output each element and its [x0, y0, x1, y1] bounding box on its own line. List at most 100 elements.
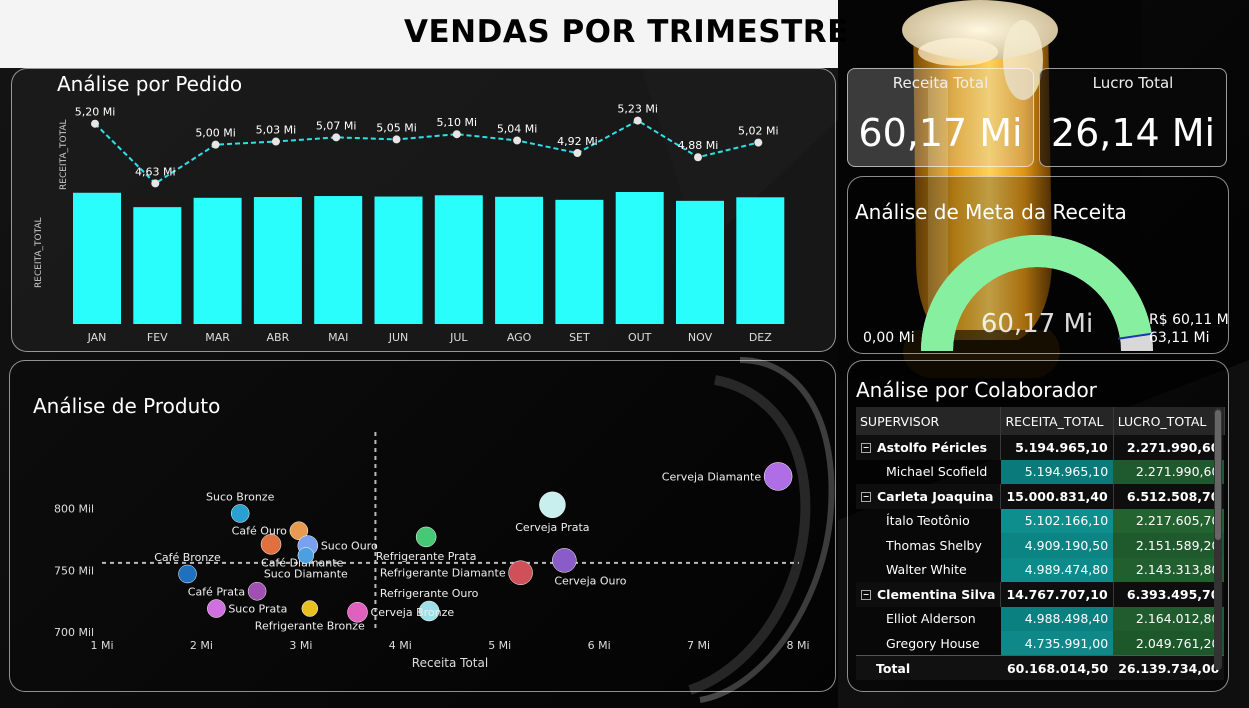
line-point[interactable] — [513, 136, 522, 145]
receita-cell: 4.989.474,80 — [1000, 557, 1114, 582]
col-lucro-header[interactable]: LUCRO_TOTAL — [1113, 407, 1225, 435]
supervisor-name: Michael Scofield — [886, 464, 988, 480]
bar-nov[interactable] — [676, 200, 724, 324]
gauge-target-label: R$ 60,11 Mi — [1149, 312, 1229, 328]
product-point[interactable] — [301, 600, 319, 617]
product-label: Suco Diamante — [264, 567, 348, 580]
y-tick-label: 700 Mil — [54, 626, 94, 639]
col-supervisor-header[interactable]: SUPERVISOR — [856, 407, 1002, 435]
line-data-label: 5,07 Mi — [316, 119, 357, 132]
month-label: NOV — [688, 331, 713, 344]
receita-cell: 5.194.965,10 — [1000, 435, 1114, 460]
supervisor-name: Walter White — [886, 562, 967, 578]
bar-mai[interactable] — [314, 196, 363, 324]
line-point[interactable] — [271, 137, 280, 146]
kpi-lucro-value: 26,14 Mi — [1050, 111, 1216, 155]
product-label: Cerveja Ouro — [554, 574, 626, 587]
x-tick-label: 4 Mi — [389, 639, 412, 652]
lucro-cell: 2.271.990,60 — [1113, 459, 1225, 484]
table-row[interactable]: Walter White 4.989.474,80 2.143.313,80 — [856, 557, 1225, 582]
table-row[interactable]: Elliot Alderson 4.988.498,40 2.164.012,80 — [856, 606, 1225, 631]
produto-chart: 1 Mi 2 Mi 3 Mi 4 Mi 5 Mi 6 Mi 7 Mi 8 Mi 800 Mil 7… — [54, 432, 810, 670]
product-point[interactable] — [508, 560, 533, 585]
total-row: Total 60.168.014,50 26.139.734,00 — [856, 655, 1225, 680]
month-label: SET — [569, 331, 590, 344]
line-data-label: 5,20 Mi — [75, 106, 116, 119]
bar-jun[interactable] — [374, 196, 423, 324]
bar-out[interactable] — [615, 192, 664, 324]
line-point[interactable] — [332, 133, 341, 142]
line-point[interactable] — [694, 153, 702, 162]
receita-cell: 5.102.166,10 — [1000, 508, 1114, 533]
line-point[interactable] — [452, 130, 461, 139]
bar-fev[interactable] — [133, 207, 182, 324]
bar-dez[interactable] — [736, 197, 785, 324]
product-point[interactable] — [178, 564, 197, 584]
receita-cell: 5.194.965,10 — [1000, 459, 1114, 484]
col-receita-header[interactable]: RECEITA_TOTAL — [1000, 407, 1114, 435]
kpi-lucro-card[interactable]: Lucro Total 26,14 Mi — [1039, 68, 1227, 167]
product-point[interactable] — [230, 504, 250, 523]
table-row[interactable]: Thomas Shelby 4.909.190,50 2.151.589,20 — [856, 533, 1225, 558]
lucro-cell: 2.271.990,60 — [1113, 435, 1225, 460]
bar-jan[interactable] — [73, 192, 121, 324]
collapse-icon[interactable]: − — [861, 492, 871, 503]
table-scrollbar-thumb[interactable] — [1215, 410, 1221, 540]
table-row[interactable]: − Clementina Silva 14.767.707,10 6.393.495,… — [856, 582, 1225, 607]
bar-abr[interactable] — [253, 197, 302, 324]
month-label: DEZ — [749, 331, 772, 344]
table-row[interactable]: Gregory House 4.735.991,00 2.049.761,20 — [856, 631, 1225, 656]
bar-jul[interactable] — [434, 195, 483, 324]
collapse-icon[interactable]: − — [861, 443, 871, 454]
line-point[interactable] — [91, 119, 99, 128]
gauge-max-label: 63,11 Mi — [1149, 330, 1210, 346]
line-data-label: 5,03 Mi — [256, 124, 297, 137]
product-point[interactable] — [207, 599, 226, 618]
month-label: MAI — [328, 331, 348, 344]
product-point[interactable] — [415, 526, 437, 548]
product-point[interactable] — [247, 582, 267, 601]
product-label: Suco Bronze — [206, 490, 275, 503]
x-tick-label: 6 Mi — [588, 639, 611, 652]
product-label: Cerveja Bronze — [371, 606, 455, 619]
product-point[interactable] — [763, 462, 793, 491]
supervisor-name: Gregory House — [886, 635, 980, 651]
line-axis-label: RECEITA_TOTAL — [59, 119, 69, 190]
lucro-cell: 6.512.508,70 — [1113, 484, 1225, 509]
colaborador-title: Análise por Colaborador — [856, 378, 1097, 402]
line-point[interactable] — [151, 179, 160, 188]
bar-mar[interactable] — [193, 197, 242, 324]
product-label: Cerveja Diamante — [662, 470, 762, 483]
product-point[interactable] — [260, 534, 282, 555]
collapse-icon[interactable]: − — [861, 590, 871, 601]
y-tick-label: 800 Mil — [54, 503, 94, 516]
line-point[interactable] — [573, 149, 582, 158]
receita-cell: 4.988.498,40 — [1000, 606, 1114, 631]
table-row[interactable]: − Carleta Joaquina 15.000.831,40 6.512.508,… — [856, 484, 1225, 509]
product-point[interactable] — [297, 547, 315, 564]
product-label: Refrigerante Diamante — [380, 567, 506, 580]
bar-ago[interactable] — [495, 196, 544, 324]
product-label: Refrigerante Bronze — [255, 620, 365, 633]
supervisor-name: Clementina Silva — [877, 586, 996, 602]
supervisor-name: Elliot Alderson — [886, 611, 976, 627]
product-label: Café Ouro — [232, 525, 287, 538]
kpi-receita-card[interactable]: Receita Total 60,17 Mi — [847, 68, 1034, 167]
bar-set[interactable] — [555, 199, 604, 324]
product-point[interactable] — [539, 491, 566, 519]
lucro-cell: 2.217.605,70 — [1113, 508, 1225, 533]
line-point[interactable] — [211, 140, 220, 149]
product-point[interactable] — [552, 548, 577, 573]
line-point[interactable] — [392, 135, 401, 144]
table-row[interactable]: − Astolfo Péricles 5.194.965,10 2.271.990,6… — [856, 435, 1225, 460]
line-point[interactable] — [633, 116, 642, 125]
line-point[interactable] — [754, 138, 763, 147]
receita-cell: 15.000.831,40 — [1000, 484, 1114, 509]
month-label: AGO — [507, 331, 532, 344]
product-label: Cerveja Prata — [515, 521, 589, 534]
table-row[interactable]: Michael Scofield 5.194.965,10 2.271.990,60 — [856, 459, 1225, 484]
table-row[interactable]: Ítalo Teotônio 5.102.166,10 2.217.605,70 — [856, 508, 1225, 533]
total-lucro: 26.139.734,00 — [1113, 655, 1225, 680]
month-label: JAN — [87, 331, 107, 344]
gauge-value-label: 60,17 Mi — [981, 309, 1093, 339]
